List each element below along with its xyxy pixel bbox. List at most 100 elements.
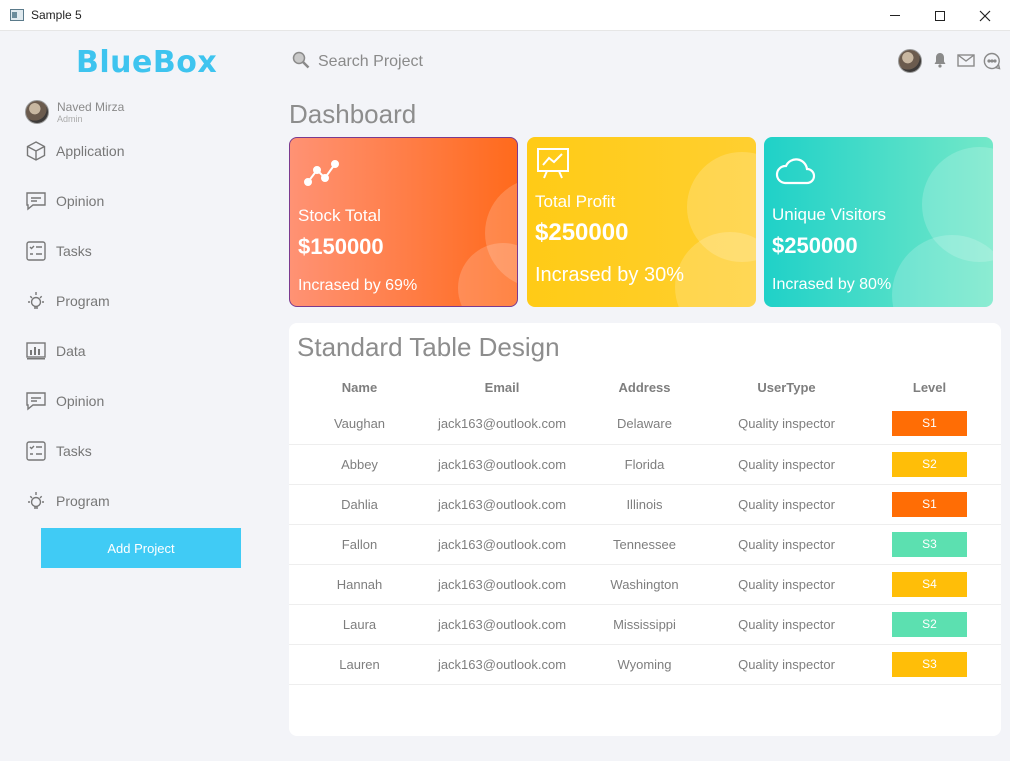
checklist-icon bbox=[25, 240, 47, 262]
sidebar-item-label: Application bbox=[56, 143, 125, 159]
stat-card-stock-total: Stock Total $150000 Incrased by 69% bbox=[289, 137, 518, 307]
card-value: $150000 bbox=[298, 234, 384, 259]
level-badge: S1 bbox=[892, 491, 967, 517]
table-title: Standard Table Design bbox=[297, 332, 560, 362]
table-row[interactable]: Abbey jack163@outlook.com Florida Qualit… bbox=[289, 444, 1001, 485]
sidebar-item-label: Tasks bbox=[56, 243, 92, 259]
table-row[interactable]: Dahlia jack163@outlook.com Illinois Qual… bbox=[289, 484, 1001, 525]
cell-level: S4 bbox=[858, 564, 1001, 605]
cell-name: Laura bbox=[289, 604, 430, 645]
comment-icon bbox=[25, 390, 47, 412]
sidebar-item-label: Data bbox=[56, 343, 86, 359]
cloud-icon bbox=[774, 155, 816, 192]
search-icon bbox=[292, 51, 310, 74]
close-icon bbox=[979, 10, 991, 21]
bar-chart-icon bbox=[25, 340, 47, 362]
cell-email: jack163@outlook.com bbox=[430, 404, 574, 445]
cell-address: Tennessee bbox=[574, 524, 715, 565]
table-row[interactable]: Hannah jack163@outlook.com Washington Qu… bbox=[289, 564, 1001, 605]
column-header-usertype[interactable]: UserType bbox=[715, 370, 858, 404]
data-table: Name Email Address UserType Level Vaugha… bbox=[289, 370, 1001, 685]
cell-usertype: Quality inspector bbox=[715, 484, 858, 525]
avatar[interactable] bbox=[898, 49, 922, 73]
bulb-icon bbox=[25, 490, 47, 512]
cell-usertype: Quality inspector bbox=[715, 564, 858, 605]
column-header-level[interactable]: Level bbox=[858, 370, 1001, 404]
trend-icon bbox=[304, 158, 340, 193]
sidebar-item-tasks[interactable]: Tasks bbox=[25, 238, 245, 264]
maximize-icon bbox=[935, 10, 945, 21]
sidebar-item-opinion[interactable]: Opinion bbox=[25, 188, 245, 214]
chat-icon[interactable] bbox=[983, 52, 1001, 75]
cell-level: S3 bbox=[858, 524, 1001, 565]
level-badge: S1 bbox=[892, 411, 967, 437]
brand-logo: BlueBox bbox=[76, 45, 218, 80]
cube-icon bbox=[25, 140, 47, 162]
cell-level: S3 bbox=[858, 644, 1001, 685]
card-value: $250000 bbox=[535, 219, 629, 246]
card-footer: Incrased by 69% bbox=[298, 277, 418, 294]
sidebar-item-data[interactable]: Data bbox=[25, 338, 245, 364]
cell-name: Lauren bbox=[289, 644, 430, 685]
user-role: Admin bbox=[57, 114, 83, 124]
cell-name: Dahlia bbox=[289, 484, 430, 525]
maximize-button[interactable] bbox=[917, 0, 963, 31]
cell-name: Vaughan bbox=[289, 404, 430, 445]
card-title: Total Profit bbox=[535, 192, 616, 211]
cell-usertype: Quality inspector bbox=[715, 604, 858, 645]
sidebar-item-program[interactable]: Program bbox=[25, 288, 245, 314]
cell-name: Abbey bbox=[289, 444, 430, 485]
cell-address: Delaware bbox=[574, 404, 715, 445]
cell-email: jack163@outlook.com bbox=[430, 604, 574, 645]
level-badge: S2 bbox=[892, 611, 967, 637]
app-window-icon bbox=[10, 9, 24, 21]
cell-level: S1 bbox=[858, 484, 1001, 525]
cell-address: Wyoming bbox=[574, 644, 715, 685]
card-value: $250000 bbox=[772, 233, 858, 258]
cell-usertype: Quality inspector bbox=[715, 524, 858, 565]
close-button[interactable] bbox=[962, 0, 1008, 31]
mail-icon[interactable] bbox=[957, 52, 975, 73]
cell-name: Hannah bbox=[289, 564, 430, 605]
card-footer: Incrased by 30% bbox=[535, 264, 684, 286]
table-row[interactable]: Fallon jack163@outlook.com Tennessee Qua… bbox=[289, 524, 1001, 565]
avatar bbox=[25, 100, 49, 124]
search-box[interactable]: Search Project bbox=[292, 51, 423, 74]
cell-usertype: Quality inspector bbox=[715, 644, 858, 685]
cell-email: jack163@outlook.com bbox=[430, 564, 574, 605]
comment-icon bbox=[25, 190, 47, 212]
column-header-address[interactable]: Address bbox=[574, 370, 715, 404]
bell-icon[interactable] bbox=[933, 52, 947, 73]
window-title: Sample 5 bbox=[31, 8, 82, 22]
level-badge: S2 bbox=[892, 451, 967, 477]
user-name: Naved Mirza bbox=[57, 100, 125, 114]
cell-email: jack163@outlook.com bbox=[430, 484, 574, 525]
page-title: Dashboard bbox=[289, 99, 417, 129]
table-row[interactable]: Vaughan jack163@outlook.com Delaware Qua… bbox=[289, 404, 1001, 445]
sidebar-item-opinion-2[interactable]: Opinion bbox=[25, 388, 245, 414]
add-project-button[interactable]: Add Project bbox=[41, 528, 241, 568]
sidebar-item-label: Tasks bbox=[56, 443, 92, 459]
cell-email: jack163@outlook.com bbox=[430, 524, 574, 565]
sidebar-item-application[interactable]: Application bbox=[25, 138, 245, 164]
table-row[interactable]: Lauren jack163@outlook.com Wyoming Quali… bbox=[289, 644, 1001, 685]
level-badge: S3 bbox=[892, 531, 967, 557]
card-footer: Incrased by 80% bbox=[772, 276, 892, 293]
column-header-email[interactable]: Email bbox=[430, 370, 574, 404]
cell-level: S1 bbox=[858, 404, 1001, 445]
table-row[interactable]: Laura jack163@outlook.com Mississippi Qu… bbox=[289, 604, 1001, 645]
stat-card-unique-visitors: Unique Visitors $250000 Incrased by 80% bbox=[764, 137, 993, 307]
window-titlebar: Sample 5 bbox=[0, 0, 1010, 31]
level-badge: S3 bbox=[892, 651, 967, 677]
minimize-button[interactable] bbox=[872, 0, 918, 31]
card-title: Unique Visitors bbox=[772, 205, 887, 224]
sidebar-item-label: Opinion bbox=[56, 393, 105, 409]
sidebar-item-tasks-2[interactable]: Tasks bbox=[25, 438, 245, 464]
column-header-name[interactable]: Name bbox=[289, 370, 430, 404]
sidebar-item-label: Opinion bbox=[56, 193, 105, 209]
sidebar: BlueBox Naved Mirza Admin Application Op… bbox=[0, 31, 270, 761]
cell-address: Florida bbox=[574, 444, 715, 485]
cell-email: jack163@outlook.com bbox=[430, 444, 574, 485]
sidebar-item-program-2[interactable]: Program bbox=[25, 488, 245, 514]
card-decoration bbox=[892, 235, 993, 307]
